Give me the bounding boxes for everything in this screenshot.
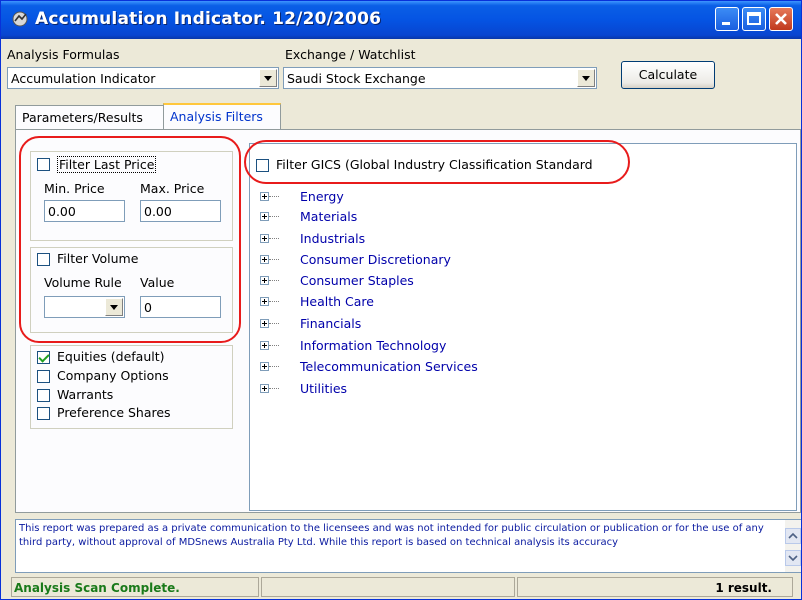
report-disclaimer-box: This report was prepared as a private co… xyxy=(15,519,801,573)
tree-item-information-technology[interactable]: Information Technology xyxy=(250,337,550,357)
sector-label: Utilities xyxy=(300,381,348,396)
company-options-label: Company Options xyxy=(57,368,169,383)
tab-analysis-filters[interactable]: Analysis Filters xyxy=(163,103,281,130)
min-price-value: 0.00 xyxy=(48,204,76,219)
sector-label: Energy xyxy=(300,189,344,204)
chevron-up-icon xyxy=(788,532,798,539)
close-button[interactable] xyxy=(769,7,793,31)
min-price-label: Min. Price xyxy=(44,181,105,196)
min-price-input[interactable]: 0.00 xyxy=(44,200,125,222)
scroll-down-button[interactable] xyxy=(785,550,801,566)
equities-label: Equities (default) xyxy=(57,349,165,364)
tree-item-industrials[interactable]: Industrials xyxy=(250,230,550,250)
tree-item-health-care[interactable]: Health Care xyxy=(250,293,550,313)
filter-gics-label: Filter GICS (Global Industry Classificat… xyxy=(276,157,593,172)
status-result: 1 result. xyxy=(715,581,772,595)
sector-label: Health Care xyxy=(300,294,374,309)
status-panel-result: 1 result. xyxy=(517,577,793,597)
filter-last-price-checkbox[interactable] xyxy=(37,158,50,171)
maximize-icon xyxy=(747,12,761,25)
dropdown-arrow-icon[interactable] xyxy=(105,298,123,316)
filter-gics-checkbox[interactable] xyxy=(256,159,269,172)
app-window: Accumulation Indicator. 12/20/2006 Analy… xyxy=(0,0,802,600)
sector-label: Industrials xyxy=(300,231,366,246)
expand-icon[interactable] xyxy=(260,234,269,243)
expand-icon[interactable] xyxy=(260,341,269,350)
tree-item-consumer-discretionary[interactable]: Consumer Discretionary xyxy=(250,251,550,271)
status-message: Analysis Scan Complete. xyxy=(14,581,180,595)
exchange-watchlist-label: Exchange / Watchlist xyxy=(285,47,416,62)
scroll-up-button[interactable] xyxy=(785,528,801,544)
tab-label: Parameters/Results xyxy=(22,110,143,125)
expand-icon[interactable] xyxy=(260,319,269,328)
filter-last-price-label: Filter Last Price xyxy=(57,156,157,173)
dropdown-arrow-icon[interactable] xyxy=(259,69,277,87)
report-disclaimer-text: This report was prepared as a private co… xyxy=(19,523,764,548)
exchange-select[interactable]: Saudi Stock Exchange xyxy=(283,67,597,89)
tree-item-consumer-staples[interactable]: Consumer Staples xyxy=(250,272,550,292)
volume-rule-label: Volume Rule xyxy=(44,275,122,290)
tree-item-telecommunication-services[interactable]: Telecommunication Services xyxy=(250,358,550,378)
warrants-checkbox[interactable] xyxy=(37,389,50,402)
analysis-formulas-label: Analysis Formulas xyxy=(7,47,120,62)
expand-icon[interactable] xyxy=(260,212,269,221)
status-panel-message: Analysis Scan Complete. xyxy=(11,577,259,597)
minimize-button[interactable] xyxy=(715,7,739,31)
minimize-icon xyxy=(722,22,730,25)
volume-value-label: Value xyxy=(140,275,175,290)
title-bar[interactable]: Accumulation Indicator. 12/20/2006 xyxy=(1,1,801,39)
tree-item-energy[interactable]: Energy xyxy=(250,188,550,208)
analysis-formula-select[interactable]: Accumulation Indicator xyxy=(7,67,279,89)
max-price-value: 0.00 xyxy=(144,204,172,219)
expand-icon[interactable] xyxy=(260,192,269,201)
expand-icon[interactable] xyxy=(260,255,269,264)
exchange-value: Saudi Stock Exchange xyxy=(287,71,426,86)
window-title: Accumulation Indicator. 12/20/2006 xyxy=(35,9,382,29)
filter-volume-checkbox[interactable] xyxy=(37,253,50,266)
company-options-checkbox[interactable] xyxy=(37,370,50,383)
equities-checkbox[interactable] xyxy=(37,351,50,364)
chevron-down-icon xyxy=(788,555,798,562)
sector-label: Telecommunication Services xyxy=(300,359,478,374)
expand-icon[interactable] xyxy=(260,362,269,371)
report-scrollbar[interactable] xyxy=(785,520,801,572)
expand-icon[interactable] xyxy=(260,384,269,393)
tree-item-financials[interactable]: Financials xyxy=(250,315,550,335)
status-bar: Analysis Scan Complete. 1 result. xyxy=(1,575,801,599)
volume-value: 0 xyxy=(144,300,152,315)
tab-label: Analysis Filters xyxy=(170,109,263,124)
tab-parameters-results[interactable]: Parameters/Results xyxy=(15,105,165,129)
status-panel-middle xyxy=(261,577,515,597)
sector-label: Information Technology xyxy=(300,338,447,353)
calculate-button[interactable]: Calculate xyxy=(621,61,715,89)
analysis-formula-value: Accumulation Indicator xyxy=(11,71,156,86)
dropdown-arrow-icon[interactable] xyxy=(577,69,595,87)
gics-panel: Filter GICS (Global Industry Classificat… xyxy=(249,143,797,511)
volume-value-input[interactable]: 0 xyxy=(140,296,221,318)
expand-icon[interactable] xyxy=(260,276,269,285)
close-icon xyxy=(775,13,787,25)
filter-volume-label: Filter Volume xyxy=(57,251,139,266)
max-price-label: Max. Price xyxy=(140,181,205,196)
sector-label: Financials xyxy=(300,316,362,331)
sector-label: Consumer Staples xyxy=(300,273,414,288)
max-price-input[interactable]: 0.00 xyxy=(140,200,221,222)
expand-icon[interactable] xyxy=(260,297,269,306)
maximize-button[interactable] xyxy=(742,7,766,31)
preference-shares-checkbox[interactable] xyxy=(37,407,50,420)
sector-label: Consumer Discretionary xyxy=(300,252,451,267)
tree-item-materials[interactable]: Materials xyxy=(250,208,550,228)
volume-rule-select[interactable] xyxy=(44,296,125,318)
sector-label: Materials xyxy=(300,209,358,224)
warrants-label: Warrants xyxy=(57,387,114,402)
app-icon xyxy=(12,11,28,27)
tree-item-utilities[interactable]: Utilities xyxy=(250,380,550,400)
preference-shares-label: Preference Shares xyxy=(57,405,171,420)
